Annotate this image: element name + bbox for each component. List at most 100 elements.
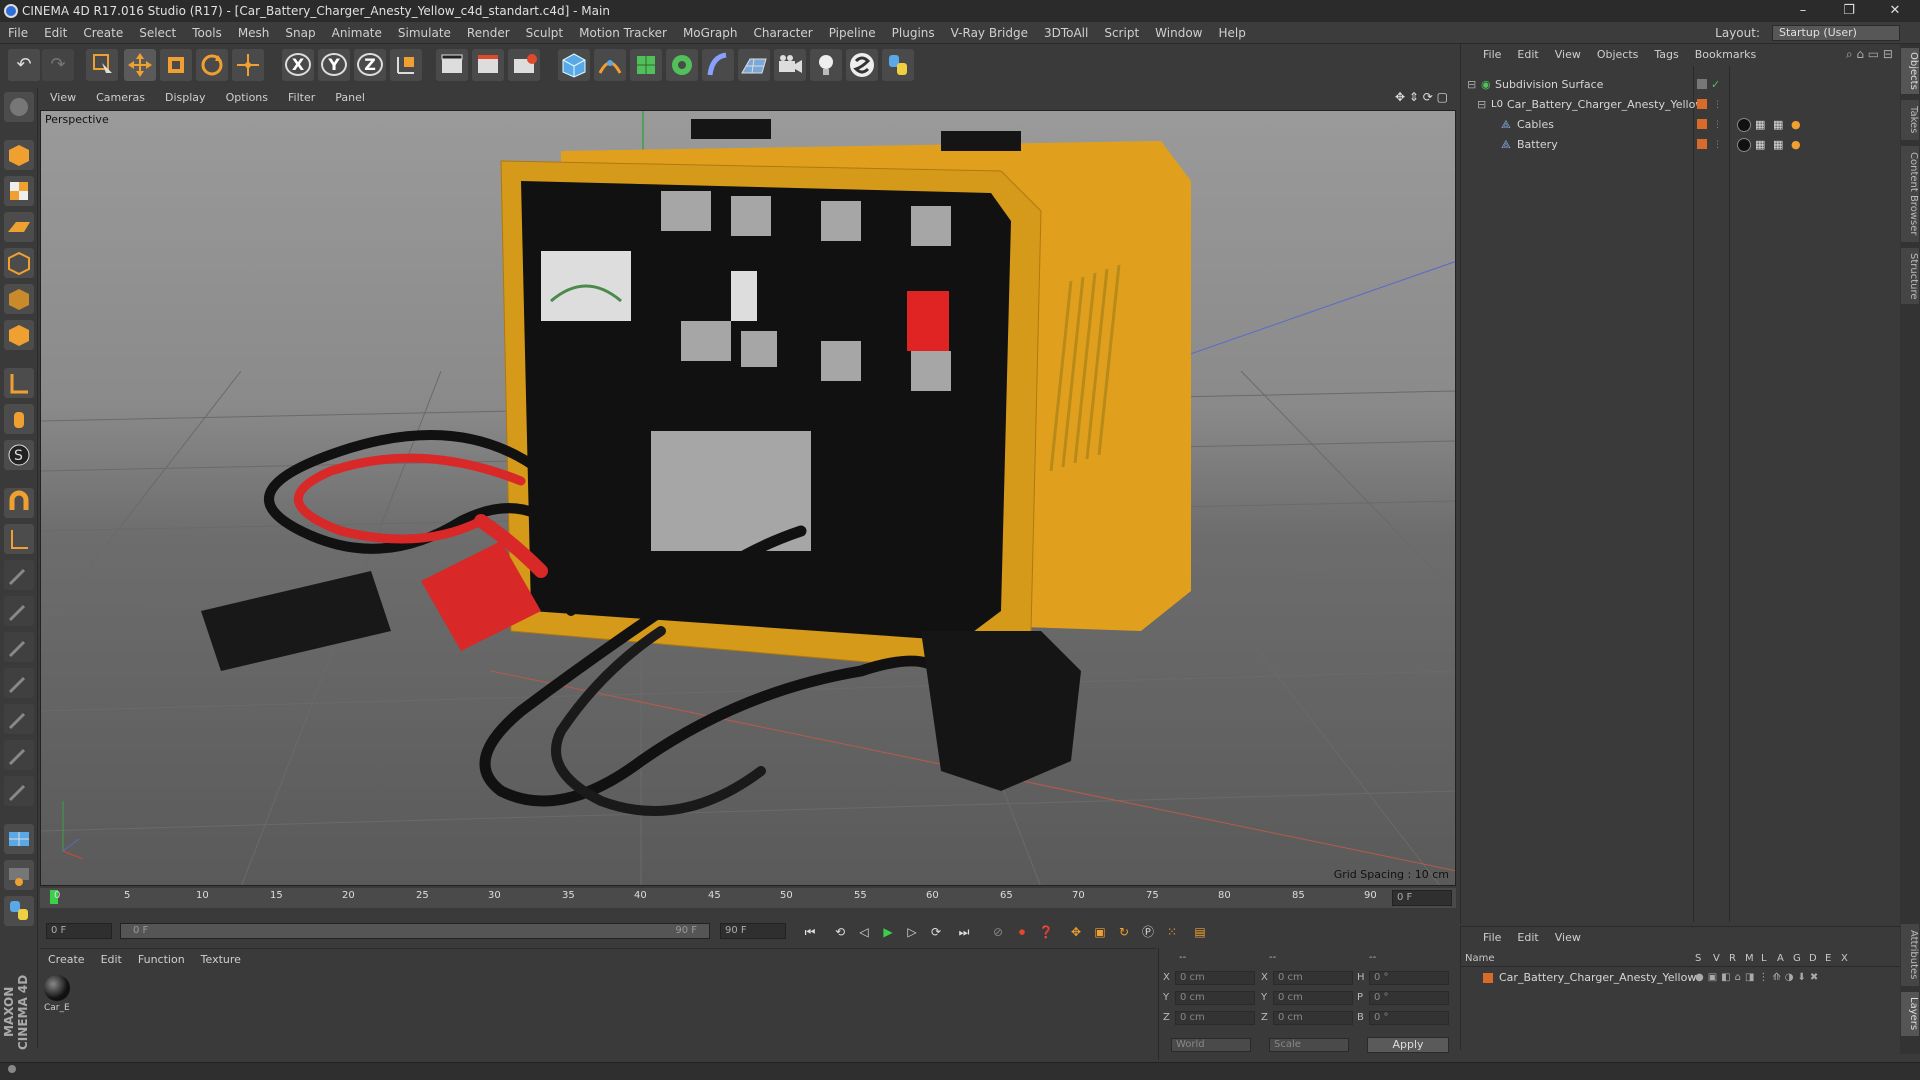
autokeying-button[interactable]: ❓ <box>1036 922 1056 942</box>
menu-vray-bridge[interactable]: V-Ray Bridge <box>943 22 1036 44</box>
sculpt-tool-7-button[interactable] <box>4 776 34 806</box>
viewport-menu-cameras[interactable]: Cameras <box>86 88 155 108</box>
menu-sculpt[interactable]: Sculpt <box>518 22 571 44</box>
transform-tool-button[interactable] <box>232 49 264 81</box>
phong-tag-icon[interactable]: ● <box>1791 136 1801 154</box>
menu-mograph[interactable]: MoGraph <box>675 22 746 44</box>
texture-mode-button[interactable] <box>4 176 34 206</box>
om-menu-tags[interactable]: Tags <box>1646 44 1686 66</box>
axis-mode-button[interactable] <box>4 368 34 398</box>
maximize-button[interactable]: ❐ <box>1826 0 1872 22</box>
layer-menu-file[interactable]: File <box>1461 927 1509 949</box>
end-frame-field[interactable]: 90 F <box>720 923 786 939</box>
render-view-button[interactable] <box>436 49 468 81</box>
viewport-nav-icons[interactable]: ✥ ⇕ ⟳ ▢ <box>1395 90 1448 104</box>
menu-pipeline[interactable]: Pipeline <box>821 22 884 44</box>
scale-mode-dropdown[interactable]: Scale <box>1269 1038 1349 1052</box>
python-console-button[interactable] <box>4 896 34 926</box>
menu-create[interactable]: Create <box>75 22 131 44</box>
texture-tag-icon[interactable]: ▦ <box>1755 116 1765 134</box>
undo-button[interactable]: ↶ <box>8 49 40 81</box>
menu-script[interactable]: Script <box>1096 22 1147 44</box>
axis-z-button[interactable]: Z <box>354 49 386 81</box>
deformer-button[interactable] <box>702 49 734 81</box>
om-menu-objects[interactable]: Objects <box>1589 44 1647 66</box>
size-x-field[interactable]: 0 cm <box>1273 971 1353 985</box>
layer-color-swatch[interactable] <box>1697 99 1707 109</box>
pos-z-field[interactable]: 0 cm <box>1175 1011 1255 1025</box>
visibility-dots-icon[interactable]: ⋮ <box>1713 96 1722 114</box>
menu-file[interactable]: File <box>0 22 36 44</box>
start-frame-field[interactable]: 0 F <box>46 923 112 939</box>
menu-motion-tracker[interactable]: Motion Tracker <box>571 22 675 44</box>
coordinate-space-dropdown[interactable]: World <box>1171 1038 1251 1052</box>
edges-mode-button[interactable] <box>4 284 34 314</box>
material-menu-function[interactable]: Function <box>130 949 193 971</box>
om-menu-bookmarks[interactable]: Bookmarks <box>1687 44 1764 66</box>
layer-menu-view[interactable]: View <box>1547 927 1589 949</box>
menu-window[interactable]: Window <box>1147 22 1210 44</box>
make-editable-button[interactable] <box>4 92 34 122</box>
visibility-dots-icon[interactable]: ⋮ <box>1713 136 1722 154</box>
object-row-car-battery-charger[interactable]: ⊟ L0 Car_Battery_Charger_Anesty_Yellow ⋮ <box>1461 96 1901 114</box>
frame-range-slider[interactable]: 0 F 90 F <box>120 923 710 939</box>
om-search-home-icons[interactable]: ⌕ ⌂ ▭ ⊟ <box>1846 47 1893 62</box>
menu-animate[interactable]: Animate <box>324 22 390 44</box>
camera-button[interactable] <box>774 49 806 81</box>
tab-takes[interactable]: Takes <box>1901 100 1919 140</box>
polygons-mode-button[interactable] <box>4 320 34 350</box>
snap-button[interactable]: S <box>4 440 34 470</box>
render-picture-viewer-button[interactable] <box>472 49 504 81</box>
viewport-menu-panel[interactable]: Panel <box>325 88 375 108</box>
menu-3dtoall[interactable]: 3DToAll <box>1036 22 1096 44</box>
material-tag-icon[interactable] <box>1737 118 1751 132</box>
go-to-end-button[interactable]: ⏭ <box>954 922 974 942</box>
move-tool-button[interactable] <box>124 49 156 81</box>
key-position-button[interactable]: ✥ <box>1066 922 1086 942</box>
tab-structure[interactable]: Structure <box>1901 248 1919 304</box>
tab-attributes[interactable]: Attributes <box>1901 924 1919 986</box>
key-parameter-button[interactable]: Ⓟ <box>1138 922 1158 942</box>
workplane-mode-button[interactable] <box>4 212 34 242</box>
coordinate-system-button[interactable] <box>390 49 422 81</box>
previous-frame-button[interactable]: ◁ <box>854 922 874 942</box>
current-frame-field[interactable]: 0 F <box>1392 890 1452 906</box>
key-rotation-button[interactable]: ↻ <box>1114 922 1134 942</box>
om-menu-file[interactable]: File <box>1461 44 1509 66</box>
quantize-button[interactable] <box>4 524 34 554</box>
sculpt-tool-6-button[interactable] <box>4 740 34 770</box>
sculpt-tool-5-button[interactable] <box>4 704 34 734</box>
rotate-tool-button[interactable] <box>196 49 228 81</box>
go-to-start-button[interactable]: ⏮ <box>800 922 820 942</box>
size-y-field[interactable]: 0 cm <box>1273 991 1353 1005</box>
redo-button[interactable]: ↷ <box>42 49 74 81</box>
material-menu-edit[interactable]: Edit <box>93 949 130 971</box>
sculpt-tool-2-button[interactable] <box>4 596 34 626</box>
material-menu-texture[interactable]: Texture <box>193 949 249 971</box>
layer-color-swatch[interactable] <box>1483 973 1493 983</box>
python-script-button[interactable] <box>882 49 914 81</box>
menu-edit[interactable]: Edit <box>36 22 75 44</box>
points-mode-button[interactable] <box>4 248 34 278</box>
layer-flag-icons[interactable]: ●▣◧⌂◨⋮⟰◑⬇✖ <box>1695 969 1822 987</box>
collapse-icon[interactable]: ⊟ <box>1477 96 1486 114</box>
layer-menu-edit[interactable]: Edit <box>1509 927 1546 949</box>
menu-render[interactable]: Render <box>459 22 518 44</box>
rot-b-field[interactable]: 0 ° <box>1369 1011 1449 1025</box>
pos-x-field[interactable]: 0 cm <box>1175 971 1255 985</box>
live-select-button[interactable] <box>86 49 118 81</box>
layer-row[interactable]: Car_Battery_Charger_Anesty_Yellow ●▣◧⌂◨⋮… <box>1461 969 1901 987</box>
tab-content-browser[interactable]: Content Browser <box>1901 146 1919 242</box>
viewport-menu-view[interactable]: View <box>40 88 86 108</box>
magnet-button[interactable] <box>4 488 34 518</box>
menu-tools[interactable]: Tools <box>184 22 230 44</box>
enabled-check-icon[interactable]: ✓ <box>1711 76 1720 94</box>
sculpt-tool-1-button[interactable] <box>4 560 34 590</box>
object-row-subdivision-surface[interactable]: ⊟ ◉ Subdivision Surface ✓ <box>1461 76 1901 94</box>
collapse-icon[interactable]: ⊟ <box>1467 76 1476 94</box>
axis-x-button[interactable]: X <box>282 49 314 81</box>
menu-character[interactable]: Character <box>745 22 820 44</box>
tweak-mode-button[interactable] <box>4 404 34 434</box>
minimize-button[interactable]: – <box>1780 0 1826 22</box>
menu-mesh[interactable]: Mesh <box>230 22 278 44</box>
